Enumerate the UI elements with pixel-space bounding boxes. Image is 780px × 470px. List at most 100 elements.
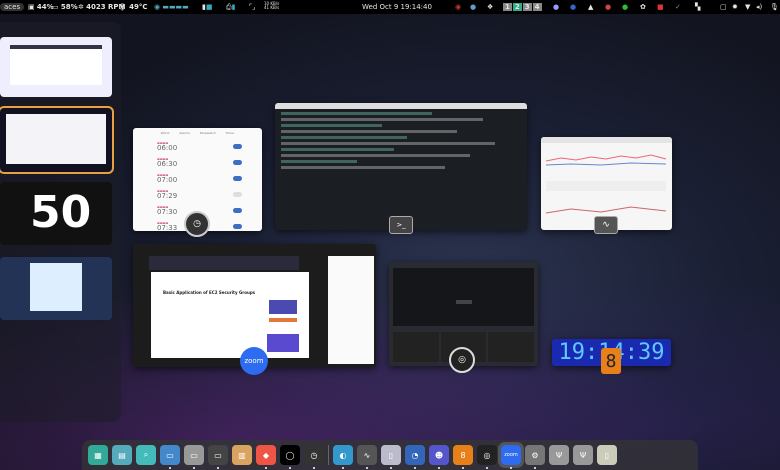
tray-icon-gear[interactable]: ✿ bbox=[640, 3, 646, 11]
dock-separator bbox=[328, 445, 329, 465]
microphone-icon[interactable]: 🎙 bbox=[770, 3, 779, 11]
dropbox-icon[interactable]: ❖ bbox=[487, 3, 493, 11]
workspace-1[interactable]: 1 bbox=[503, 3, 512, 11]
clock-datetime[interactable]: Wed Oct 9 19:14:40 bbox=[362, 3, 432, 11]
dock-item-ghost[interactable]: ☻ bbox=[429, 445, 449, 469]
tray-icon-globe[interactable]: ● bbox=[470, 3, 476, 11]
system-monitor-app-icon: ∿ bbox=[594, 216, 618, 234]
workspace-4[interactable]: 4 bbox=[532, 3, 542, 11]
alarm-toggle[interactable] bbox=[233, 175, 242, 181]
tray-icon-g[interactable]: ● bbox=[605, 3, 611, 11]
tab-stopwatch[interactable]: Stopwatch bbox=[200, 131, 216, 135]
workspace-thumbnail-4[interactable] bbox=[0, 257, 112, 320]
dock-item-settings[interactable]: ⚙ bbox=[525, 445, 545, 469]
alarm-toggle[interactable] bbox=[233, 207, 242, 213]
cpu-indicator: ▣ 44% bbox=[28, 3, 54, 11]
workspace-2[interactable]: 2 bbox=[512, 3, 522, 11]
dock-item-folder[interactable]: ▭ bbox=[184, 445, 204, 469]
settings-icon: ⚙ bbox=[531, 450, 539, 460]
dock-item-app-grid[interactable]: ▦ bbox=[88, 445, 108, 465]
dock-item-obsidian[interactable]: ◯ bbox=[280, 445, 300, 469]
tab-timer[interactable]: Timer bbox=[226, 131, 235, 135]
ghost-icon: ☻ bbox=[434, 450, 444, 460]
dock-item-thunderbird[interactable]: ◔ bbox=[405, 445, 425, 469]
wifi-icon[interactable]: ▼ bbox=[745, 3, 750, 11]
alarm-row[interactable]: ▬▬▬▬ 06:00 bbox=[133, 138, 262, 154]
workspace-3[interactable]: 3 bbox=[522, 3, 532, 11]
top-bar: aces ▣ 44% ▭ 58% ✲ 4023 RPM 🌡 49°C ◉ ▬▬▬… bbox=[0, 0, 780, 14]
workspace-thumbnail-2[interactable] bbox=[0, 106, 114, 174]
terminal-icon: ▭ bbox=[214, 450, 222, 460]
zoom-app-icon: zoom bbox=[240, 347, 268, 375]
alarm-row[interactable]: ▬▬▬▬ 06:30 bbox=[133, 154, 262, 170]
tab-world[interactable]: World bbox=[161, 131, 170, 135]
dock-item-digital-clock[interactable]: 8 bbox=[453, 445, 473, 469]
dock-item-usb-2[interactable]: Ψ bbox=[573, 445, 593, 465]
obs-app-icon: ◎ bbox=[449, 347, 475, 373]
zoom-page-title: Basic Application of EC2 Security Groups bbox=[163, 290, 256, 295]
network-graph-icon: ◉ ▬▬▬▬ bbox=[154, 3, 189, 11]
temperature-indicator: 🌡 49°C bbox=[118, 3, 148, 11]
kde-connect-icon: ◐ bbox=[339, 450, 347, 460]
system-monitor-icon: ∿ bbox=[363, 450, 371, 460]
brightness-icon[interactable]: ✹ bbox=[732, 3, 738, 11]
alarm-row[interactable]: ▬▬▬▬ 07:00 bbox=[133, 170, 262, 186]
workspace-thumbnail-1[interactable] bbox=[0, 37, 112, 97]
obsidian-icon: ◯ bbox=[285, 450, 295, 460]
printer-icon[interactable]: ⎙ ▮ bbox=[226, 3, 235, 12]
brave-icon: ◆ bbox=[262, 450, 270, 460]
dock-item-usb-1[interactable]: Ψ bbox=[549, 445, 569, 465]
clocks-app-icon: ◷ bbox=[184, 211, 210, 237]
workspace-thumbnails: 50 bbox=[0, 22, 121, 422]
alarm-time: 07:29 bbox=[157, 191, 178, 200]
terminal-window[interactable] bbox=[275, 103, 527, 230]
alarm-time: 07:00 bbox=[157, 175, 178, 184]
tray-icon-red[interactable]: ◉ bbox=[455, 3, 461, 11]
dock-item-terminal[interactable]: ▭ bbox=[208, 445, 228, 469]
document-icon: ▯ bbox=[604, 450, 610, 460]
battery-icon[interactable]: ▮ ■ bbox=[202, 3, 212, 11]
dock-item-files[interactable]: ▭ bbox=[160, 445, 180, 469]
tray-icon-app[interactable]: ● bbox=[553, 3, 559, 11]
dock-item-disks[interactable]: ▯ bbox=[381, 445, 401, 469]
folder-icon: ▭ bbox=[190, 450, 198, 460]
usb-2-icon: Ψ bbox=[579, 450, 587, 460]
alarm-toggle[interactable] bbox=[233, 191, 242, 197]
alarm-row[interactable]: ▬▬▬▬ 07:29 bbox=[133, 186, 262, 202]
workspace-switcher[interactable]: 1 2 3 4 bbox=[503, 3, 542, 11]
zoom-icon: zoom bbox=[504, 452, 518, 458]
dock-item-search[interactable]: ⌕ bbox=[136, 445, 156, 465]
alarm-toggle[interactable] bbox=[233, 143, 242, 149]
dock-item-kde-connect[interactable]: ◐ bbox=[333, 445, 353, 469]
dock-item-zoom[interactable]: zoom bbox=[498, 442, 524, 469]
dock-item-system-monitor[interactable]: ∿ bbox=[357, 445, 377, 469]
search-icon: ⌕ bbox=[143, 450, 149, 459]
whatsapp-icon[interactable]: ● bbox=[622, 3, 628, 11]
dock-item-obs[interactable]: ◎ bbox=[477, 445, 497, 469]
screen-icon[interactable]: ▢ bbox=[720, 3, 727, 11]
dock-item-brave[interactable]: ◆ bbox=[256, 445, 276, 469]
dock-item-archive[interactable]: ▥ bbox=[232, 445, 252, 465]
disks-icon: ▯ bbox=[388, 450, 394, 460]
dock-item-document[interactable]: ▯ bbox=[597, 445, 617, 465]
clocks-icon: ◷ bbox=[310, 450, 318, 460]
digital-clock-app-icon: 8 bbox=[601, 348, 621, 374]
app-grid-icon: ▦ bbox=[94, 450, 102, 460]
files-manager-icon: ▤ bbox=[118, 450, 126, 460]
screenshot-icon[interactable]: ⌜⌟ bbox=[249, 3, 256, 11]
alarm-toggle[interactable] bbox=[233, 223, 242, 229]
tray-icon-check[interactable]: ✓ bbox=[675, 3, 681, 11]
dock-item-clocks[interactable]: ◷ bbox=[304, 445, 324, 469]
tray-icon-rec[interactable]: ■ bbox=[657, 3, 664, 11]
system-monitor-graphs bbox=[545, 154, 667, 214]
dock-item-files-manager[interactable]: ▤ bbox=[112, 445, 132, 465]
workspace-thumbnail-3[interactable]: 50 bbox=[0, 182, 112, 245]
tray-icon-blue[interactable]: ● bbox=[570, 3, 576, 11]
tab-alarms[interactable]: Alarms bbox=[179, 131, 189, 135]
tray-icon-windows[interactable]: ▚ bbox=[695, 3, 700, 11]
volume-icon[interactable]: ◂) bbox=[756, 3, 762, 11]
tray-icon-a[interactable]: ▲ bbox=[588, 3, 593, 11]
alarm-time: 07:30 bbox=[157, 207, 178, 216]
activities-button[interactable]: aces bbox=[0, 3, 25, 11]
alarm-toggle[interactable] bbox=[233, 159, 242, 165]
